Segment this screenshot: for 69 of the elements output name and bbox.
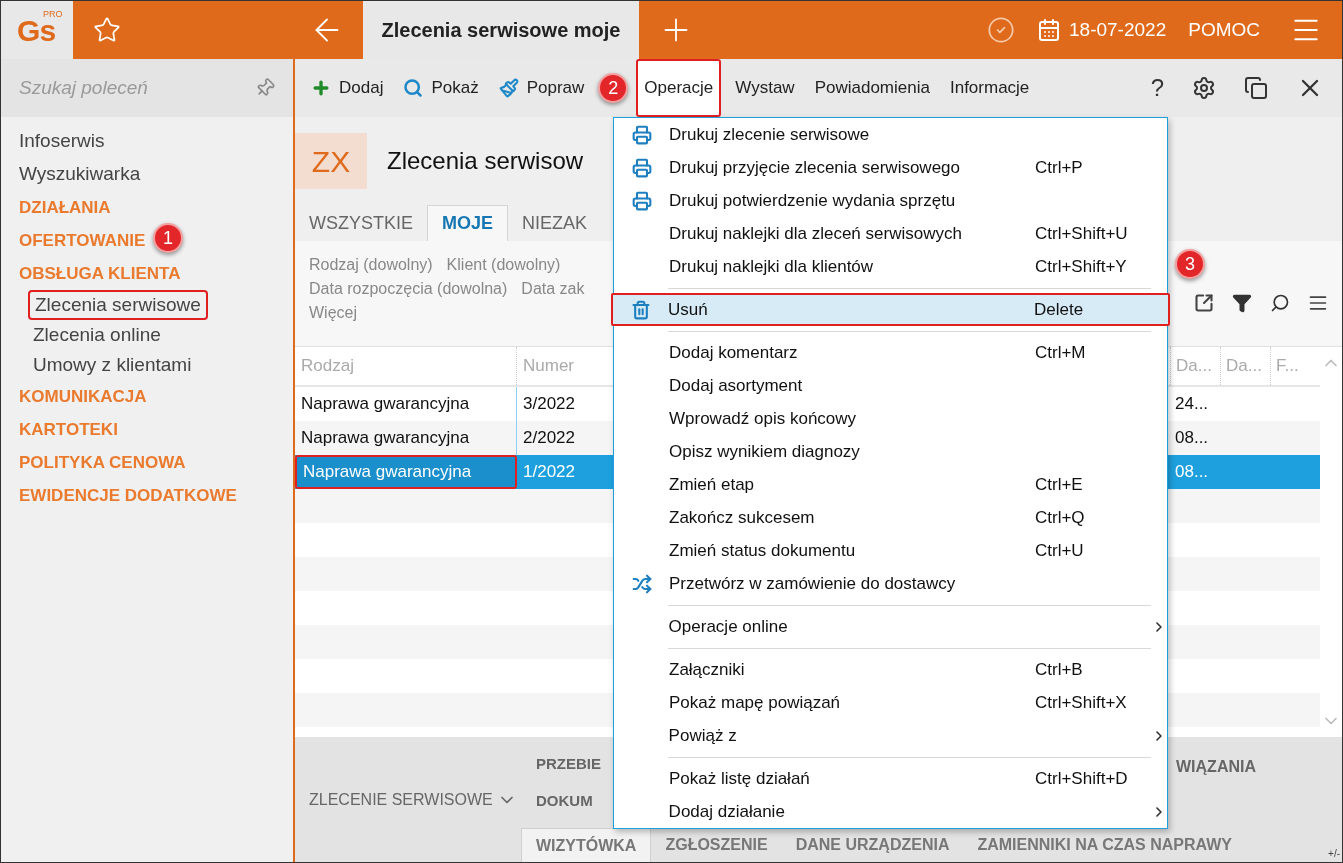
window-tab[interactable]: Zlecenia serwisowe moje [363,1,639,59]
table-cell-text: 08... [1174,461,1210,484]
menu-item[interactable]: Drukuj przyjęcie zlecenia serwisowego Ctrl+P [614,151,1167,184]
menu-item[interactable]: Drukuj naklejki dla zleceń serwisowych Ctrl+Shift+U [614,217,1167,250]
sidebar-item[interactable]: Zlecenia serwisowe [28,290,208,320]
resize-corner[interactable]: +/- [1328,846,1340,861]
menu-item[interactable]: Dodaj działanie [614,795,1167,828]
menu-item[interactable]: Dodaj komentarz Ctrl+M [614,336,1167,369]
restore-icon[interactable] [1244,76,1268,100]
step-marker: 1 [153,223,183,253]
menu-item[interactable]: Dodaj asortyment [614,369,1167,402]
toolbar-button[interactable]: Powiadomienia [808,59,936,117]
step-marker: 3 [1175,249,1205,279]
toolbar-button[interactable]: Popraw [492,59,591,117]
menu-item[interactable]: Zmień status dokumentu Ctrl+U [614,534,1167,567]
search-bar[interactable]: Szukaj poleceń [1,59,293,117]
plus-icon [311,78,331,98]
table-cell-text: 08... [1174,427,1210,450]
search-icon[interactable] [1270,293,1290,313]
printer-icon [631,124,652,145]
bottom-tab[interactable]: WIZYTÓWKA [521,828,652,862]
settings-icon[interactable] [1192,76,1216,100]
check-circle-icon[interactable] [987,16,1015,44]
menu-item[interactable]: Drukuj potwierdzenie wydania sprzętu [614,184,1167,217]
menu-item[interactable]: Operacje online [614,610,1167,643]
sidebar-item[interactable]: Zlecenia online [28,320,208,350]
menu-item[interactable]: Powiąż z [614,719,1167,752]
document-title: Zlecenia serwisow [387,146,584,176]
search-field[interactable]: Szukaj poleceń [19,73,239,103]
search-icon [403,78,424,98]
view-tab[interactable]: WSZYSTKIE [295,205,427,241]
export-icon[interactable] [1194,293,1214,313]
menu-item[interactable]: Załączniki Ctrl+B [614,653,1167,686]
menu-item[interactable]: Drukuj naklejki dla klientów Ctrl+Shift+Y [614,250,1167,283]
sidebar-item[interactable]: Wyszukiwarka [19,158,141,191]
toolbar-button[interactable]: Operacje [636,59,722,117]
printer-icon [631,190,652,211]
menu-item[interactable]: Drukuj zlecenie serwisowe [614,118,1167,151]
step-marker: 2 [598,73,629,103]
menu-item[interactable]: Pokaż mapę powiązań Ctrl+Shift+X [614,686,1167,719]
menu-item[interactable]: Opisz wynikiem diagnozy [614,435,1167,468]
trash-icon [630,299,651,320]
table-cell-text: 24... [1174,393,1210,416]
table-cell: Naprawa gwarancyjna [295,455,517,489]
section-dropdown[interactable]: ZLECENIE SERWISOWE [309,787,517,812]
calendar-icon [1037,18,1061,42]
list-menu-icon[interactable] [1308,293,1328,313]
menu-item[interactable]: Usuń Delete [611,293,1170,326]
sidebar-item[interactable]: Infoserwis [19,125,105,158]
menu-item[interactable]: Wprowadź opis końcowy [614,402,1167,435]
menu-item[interactable]: Zakończ sukcesem Ctrl+Q [614,501,1167,534]
menu-item[interactable]: Zmień etap Ctrl+E [614,468,1167,501]
menu-item[interactable]: Przetwórz w zamówienie do dostawcy [614,567,1167,600]
filter-icon[interactable] [1232,293,1252,313]
star-icon[interactable] [93,16,121,44]
sidebar-item[interactable]: Umowy z klientami [28,350,208,380]
toolbar-button[interactable]: Wystaw [729,59,801,117]
view-tab[interactable]: MOJE [427,205,509,241]
document-badge: ZX [295,133,367,189]
section-link[interactable]: WIĄZANIA [1176,755,1256,779]
toolbar-button[interactable]: Pokaż [397,59,485,117]
convert-icon [631,573,652,594]
toolbar-button[interactable]: Dodaj [305,59,390,117]
view-tab[interactable]: NIEZAK [508,205,602,241]
menu-item[interactable]: Pokaż listę działań Ctrl+Shift+D [614,762,1167,795]
toolbar-button[interactable]: Informacje [943,59,1036,117]
printer-icon [631,157,652,178]
help-button[interactable]: ? [1150,70,1164,106]
brush-icon [498,78,519,98]
